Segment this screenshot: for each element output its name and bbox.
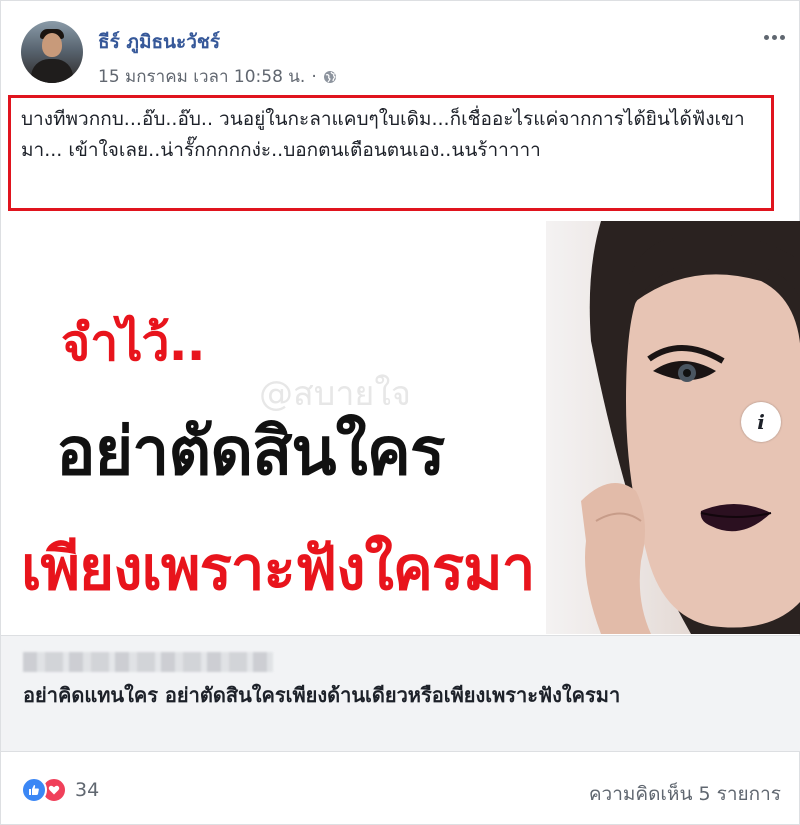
post-text: บางทีพวกกบ...อ๊บ..อ๊บ.. วนอยู่ในกะลาแคบๆ… bbox=[21, 108, 745, 161]
post-text-highlight: บางทีพวกกบ...อ๊บ..อ๊บ.. วนอยู่ในกะลาแคบๆ… bbox=[8, 95, 774, 211]
blurred-domain bbox=[23, 652, 273, 672]
link-preview-image[interactable]: @สบายใจ จำไว้.. อย่าตัดสินใคร เพียงเพราะ… bbox=[1, 221, 800, 634]
info-icon[interactable]: i bbox=[741, 402, 781, 442]
author-avatar[interactable] bbox=[21, 21, 83, 83]
avatar-shirt bbox=[31, 59, 73, 83]
post-meta: 15 มกราคม เวลา 10:58 น. · bbox=[98, 63, 337, 90]
meta-separator: · bbox=[311, 66, 317, 87]
link-title[interactable]: อย่าคิดแทนใคร อย่าตัดสินใครเพียงด้านเดีย… bbox=[23, 680, 783, 710]
like-icon bbox=[21, 777, 47, 803]
reaction-count: 34 bbox=[75, 779, 100, 801]
headline-line-1: จำไว้.. bbox=[61, 314, 206, 372]
headline-line-3: เพียงเพราะฟังใครมา bbox=[21, 534, 535, 604]
author-name[interactable]: ธีร์ ภูมิธนะวัชร์ bbox=[98, 27, 220, 57]
post-card: ธีร์ ภูมิธนะวัชร์ 15 มกราคม เวลา 10:58 น… bbox=[0, 0, 800, 825]
reactions-summary[interactable]: 34 bbox=[21, 777, 99, 803]
post-footer: 34 ความคิดเห็น 5 รายการ bbox=[1, 753, 800, 825]
avatar-face bbox=[42, 33, 62, 57]
headline-line-2: อย่าตัดสินใคร bbox=[56, 413, 445, 490]
more-options-icon[interactable] bbox=[759, 27, 789, 47]
comments-count[interactable]: ความคิดเห็น 5 รายการ bbox=[589, 779, 781, 809]
globe-icon[interactable] bbox=[323, 70, 337, 84]
post-timestamp[interactable]: 15 มกราคม เวลา 10:58 น. bbox=[98, 63, 305, 90]
link-caption[interactable]: อย่าคิดแทนใคร อย่าตัดสินใครเพียงด้านเดีย… bbox=[1, 635, 800, 752]
